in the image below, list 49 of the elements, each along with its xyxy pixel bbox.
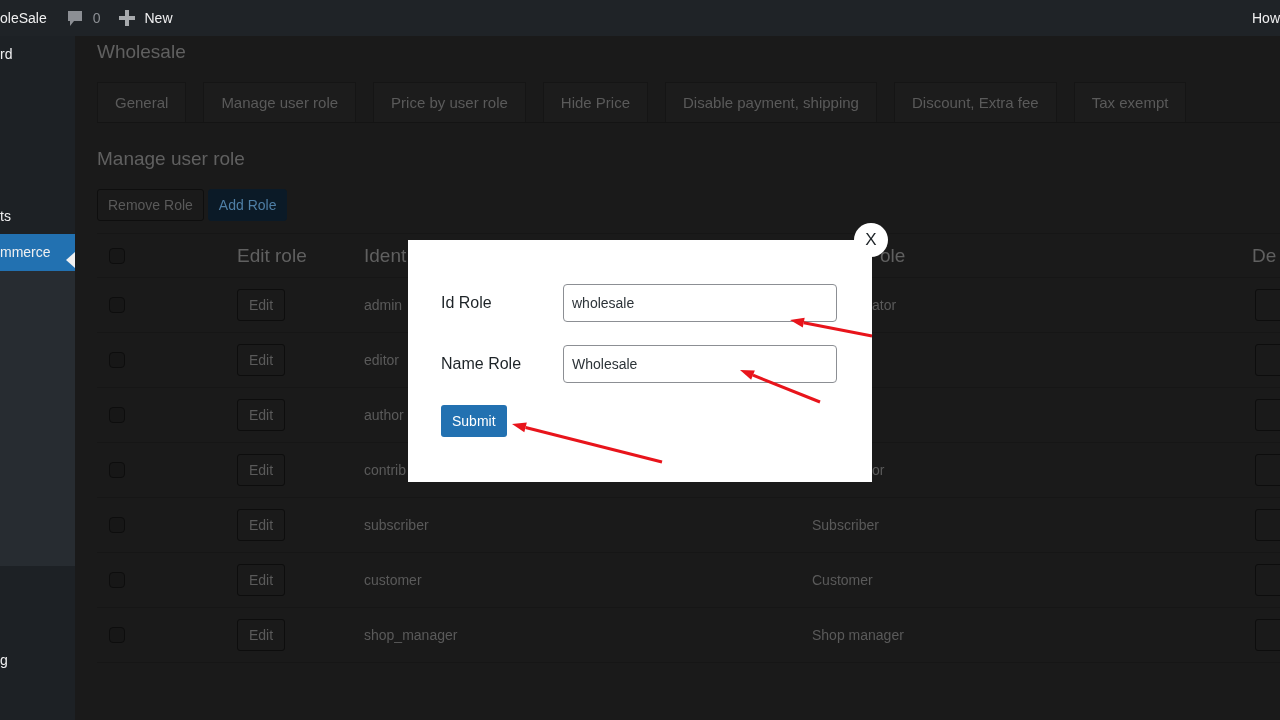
tab[interactable]: General xyxy=(97,82,187,122)
tab[interactable]: Discount, Extra fee xyxy=(893,82,1057,122)
section-title: Manage user role xyxy=(97,147,246,171)
sidebar-item[interactable]: mmerce xyxy=(0,234,75,271)
site-name-link[interactable]: oleSale xyxy=(0,10,47,26)
sidebar-item[interactable]: rd xyxy=(0,36,75,72)
input-field[interactable]: wholesale xyxy=(563,284,837,322)
table-cell: subscriber xyxy=(364,517,429,533)
edit-button[interactable]: Edit xyxy=(237,399,285,431)
field-label: Name Role xyxy=(441,355,523,373)
table-cell: or xyxy=(872,462,885,478)
table-cell: Customer xyxy=(812,572,873,588)
column-header: De xyxy=(1252,244,1277,267)
table-cell: shop_manager xyxy=(364,627,458,643)
remove-role-button[interactable]: Remove Role xyxy=(97,189,204,221)
account-link[interactable]: How xyxy=(1252,10,1280,26)
pointer-icon xyxy=(66,252,75,268)
table-cell: editor xyxy=(364,352,400,368)
edit-button[interactable]: Edit xyxy=(237,344,285,376)
table-cell: customer xyxy=(364,572,422,588)
table-cell: author xyxy=(364,407,404,423)
add-role-button[interactable]: Add Role xyxy=(207,189,288,221)
sidebar-item[interactable]: ts xyxy=(0,198,75,234)
tab[interactable]: Price by user role xyxy=(373,82,526,122)
table-cell: ator xyxy=(872,297,897,313)
table-cell: admin xyxy=(364,297,403,313)
tab[interactable]: Manage user role xyxy=(203,82,357,122)
new-link[interactable]: New xyxy=(144,10,173,26)
table-cell: Shop manager xyxy=(812,627,904,643)
column-header: Edit role xyxy=(237,244,307,267)
edit-button[interactable]: Edit xyxy=(237,289,285,321)
table-cell: contrib xyxy=(364,462,407,478)
comment-count: 0 xyxy=(92,10,101,26)
field-label: Id Role xyxy=(441,294,493,312)
edit-button[interactable]: Edit xyxy=(237,509,285,541)
column-header: Ident xyxy=(364,244,407,267)
edit-button[interactable]: Edit xyxy=(237,564,285,596)
edit-button[interactable]: Edit xyxy=(237,454,285,486)
table-cell: Subscriber xyxy=(812,517,879,533)
input-field[interactable]: Wholesale xyxy=(563,345,837,383)
tab[interactable]: Disable payment, shipping xyxy=(665,82,877,122)
plus-icon[interactable] xyxy=(118,10,135,26)
comment-icon[interactable] xyxy=(66,9,83,27)
tab[interactable]: Hide Price xyxy=(542,82,649,122)
edit-button[interactable]: Edit xyxy=(237,619,285,651)
sidebar-item[interactable]: g xyxy=(0,642,75,678)
page-title: Wholesale xyxy=(97,40,187,64)
tab[interactable]: Tax exempt xyxy=(1073,82,1187,122)
submit-button[interactable]: Submit xyxy=(441,405,507,437)
